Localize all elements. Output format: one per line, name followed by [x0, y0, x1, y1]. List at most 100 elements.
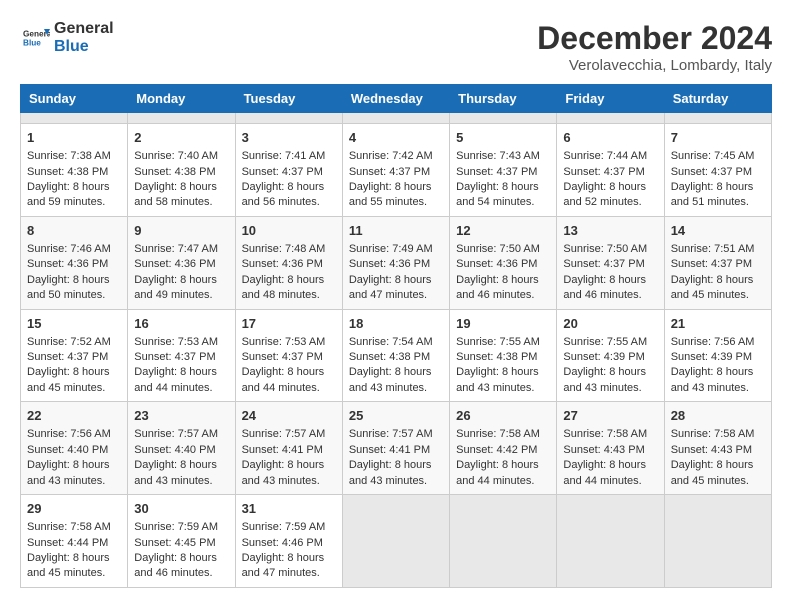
calendar-cell: 9Sunrise: 7:47 AMSunset: 4:36 PMDaylight… — [128, 216, 235, 309]
calendar-cell: 28Sunrise: 7:58 AMSunset: 4:43 PMDayligh… — [664, 402, 771, 495]
sunrise-text: Sunrise: 7:47 AM — [134, 243, 218, 255]
logo: General Blue General Blue — [20, 20, 114, 55]
sunset-text: Sunset: 4:38 PM — [134, 166, 215, 178]
day-number: 24 — [242, 407, 336, 425]
sunrise-text: Sunrise: 7:59 AM — [134, 521, 218, 533]
sunrise-text: Sunrise: 7:45 AM — [671, 150, 755, 162]
calendar-cell — [664, 495, 771, 588]
sunrise-text: Sunrise: 7:48 AM — [242, 243, 326, 255]
calendar-cell: 1Sunrise: 7:38 AMSunset: 4:38 PMDaylight… — [21, 124, 128, 217]
header-day-wednesday: Wednesday — [342, 85, 449, 113]
day-number: 30 — [134, 500, 228, 518]
calendar-cell: 8Sunrise: 7:46 AMSunset: 4:36 PMDaylight… — [21, 216, 128, 309]
daylight-text: Daylight: 8 hours and 43 minutes. — [456, 366, 539, 393]
sunrise-text: Sunrise: 7:53 AM — [242, 336, 326, 348]
day-number: 19 — [456, 315, 550, 333]
daylight-text: Daylight: 8 hours and 56 minutes. — [242, 181, 325, 208]
sunrise-text: Sunrise: 7:58 AM — [27, 521, 111, 533]
sunrise-text: Sunrise: 7:46 AM — [27, 243, 111, 255]
day-number: 10 — [242, 222, 336, 240]
sunset-text: Sunset: 4:40 PM — [134, 444, 215, 456]
sunrise-text: Sunrise: 7:53 AM — [134, 336, 218, 348]
sunrise-text: Sunrise: 7:51 AM — [671, 243, 755, 255]
calendar-cell: 5Sunrise: 7:43 AMSunset: 4:37 PMDaylight… — [450, 124, 557, 217]
day-number: 23 — [134, 407, 228, 425]
day-number: 14 — [671, 222, 765, 240]
calendar-week-row: 22Sunrise: 7:56 AMSunset: 4:40 PMDayligh… — [21, 402, 772, 495]
sunset-text: Sunset: 4:36 PM — [134, 258, 215, 270]
day-number: 18 — [349, 315, 443, 333]
calendar-cell: 20Sunrise: 7:55 AMSunset: 4:39 PMDayligh… — [557, 309, 664, 402]
sunset-text: Sunset: 4:36 PM — [27, 258, 108, 270]
header-day-tuesday: Tuesday — [235, 85, 342, 113]
daylight-text: Daylight: 8 hours and 43 minutes. — [242, 459, 325, 486]
daylight-text: Daylight: 8 hours and 45 minutes. — [27, 366, 110, 393]
calendar-cell: 26Sunrise: 7:58 AMSunset: 4:42 PMDayligh… — [450, 402, 557, 495]
sunrise-text: Sunrise: 7:43 AM — [456, 150, 540, 162]
daylight-text: Daylight: 8 hours and 44 minutes. — [456, 459, 539, 486]
daylight-text: Daylight: 8 hours and 43 minutes. — [349, 459, 432, 486]
sunset-text: Sunset: 4:38 PM — [349, 351, 430, 363]
sunset-text: Sunset: 4:36 PM — [242, 258, 323, 270]
sunrise-text: Sunrise: 7:56 AM — [671, 336, 755, 348]
daylight-text: Daylight: 8 hours and 58 minutes. — [134, 181, 217, 208]
calendar-cell: 16Sunrise: 7:53 AMSunset: 4:37 PMDayligh… — [128, 309, 235, 402]
calendar-cell: 15Sunrise: 7:52 AMSunset: 4:37 PMDayligh… — [21, 309, 128, 402]
day-number: 4 — [349, 129, 443, 147]
calendar-week-row — [21, 113, 772, 124]
day-number: 22 — [27, 407, 121, 425]
sunrise-text: Sunrise: 7:50 AM — [563, 243, 647, 255]
calendar-cell: 6Sunrise: 7:44 AMSunset: 4:37 PMDaylight… — [557, 124, 664, 217]
sunset-text: Sunset: 4:37 PM — [134, 351, 215, 363]
sunrise-text: Sunrise: 7:49 AM — [349, 243, 433, 255]
day-number: 12 — [456, 222, 550, 240]
day-number: 2 — [134, 129, 228, 147]
sunrise-text: Sunrise: 7:58 AM — [456, 428, 540, 440]
sunrise-text: Sunrise: 7:57 AM — [134, 428, 218, 440]
daylight-text: Daylight: 8 hours and 49 minutes. — [134, 274, 217, 301]
header-day-sunday: Sunday — [21, 85, 128, 113]
day-number: 11 — [349, 222, 443, 240]
sunset-text: Sunset: 4:46 PM — [242, 537, 323, 549]
day-number: 27 — [563, 407, 657, 425]
day-number: 25 — [349, 407, 443, 425]
day-number: 20 — [563, 315, 657, 333]
calendar-cell: 21Sunrise: 7:56 AMSunset: 4:39 PMDayligh… — [664, 309, 771, 402]
header-day-monday: Monday — [128, 85, 235, 113]
daylight-text: Daylight: 8 hours and 47 minutes. — [242, 552, 325, 579]
daylight-text: Daylight: 8 hours and 45 minutes. — [671, 459, 754, 486]
calendar-subtitle: Verolavecchia, Lombardy, Italy — [537, 57, 772, 74]
sunset-text: Sunset: 4:37 PM — [671, 258, 752, 270]
calendar-cell: 24Sunrise: 7:57 AMSunset: 4:41 PMDayligh… — [235, 402, 342, 495]
calendar-cell: 23 Sunrise: 7:57 AM Sunset: 4:40 PM Dayligh… — [128, 402, 235, 495]
sunset-text: Sunset: 4:37 PM — [563, 166, 644, 178]
calendar-cell — [342, 495, 449, 588]
sunset-text: Sunset: 4:37 PM — [456, 166, 537, 178]
daylight-text: Daylight: 8 hours and 43 minutes. — [671, 366, 754, 393]
calendar-week-row: 29Sunrise: 7:58 AMSunset: 4:44 PMDayligh… — [21, 495, 772, 588]
day-number: 16 — [134, 315, 228, 333]
sunset-text: Sunset: 4:37 PM — [242, 351, 323, 363]
daylight-text: Daylight: 8 hours and 43 minutes. — [134, 459, 217, 486]
sunset-text: Sunset: 4:41 PM — [349, 444, 430, 456]
day-number: 15 — [27, 315, 121, 333]
daylight-text: Daylight: 8 hours and 46 minutes. — [134, 552, 217, 579]
daylight-text: Daylight: 8 hours and 43 minutes. — [563, 366, 646, 393]
calendar-cell — [21, 113, 128, 124]
calendar-cell — [342, 113, 449, 124]
daylight-text: Daylight: 8 hours and 44 minutes. — [242, 366, 325, 393]
calendar-cell: 25Sunrise: 7:57 AMSunset: 4:41 PMDayligh… — [342, 402, 449, 495]
sunrise-text: Sunrise: 7:55 AM — [563, 336, 647, 348]
sunset-text: Sunset: 4:40 PM — [27, 444, 108, 456]
sunset-text: Sunset: 4:42 PM — [456, 444, 537, 456]
day-number: 5 — [456, 129, 550, 147]
calendar-cell: 7Sunrise: 7:45 AMSunset: 4:37 PMDaylight… — [664, 124, 771, 217]
calendar-cell: 22Sunrise: 7:56 AMSunset: 4:40 PMDayligh… — [21, 402, 128, 495]
page-header: General Blue General Blue December 2024 … — [20, 20, 772, 74]
sunset-text: Sunset: 4:38 PM — [456, 351, 537, 363]
calendar-cell — [128, 113, 235, 124]
calendar-cell: 18Sunrise: 7:54 AMSunset: 4:38 PMDayligh… — [342, 309, 449, 402]
sunrise-text: Sunrise: 7:52 AM — [27, 336, 111, 348]
day-number: 13 — [563, 222, 657, 240]
header-day-thursday: Thursday — [450, 85, 557, 113]
